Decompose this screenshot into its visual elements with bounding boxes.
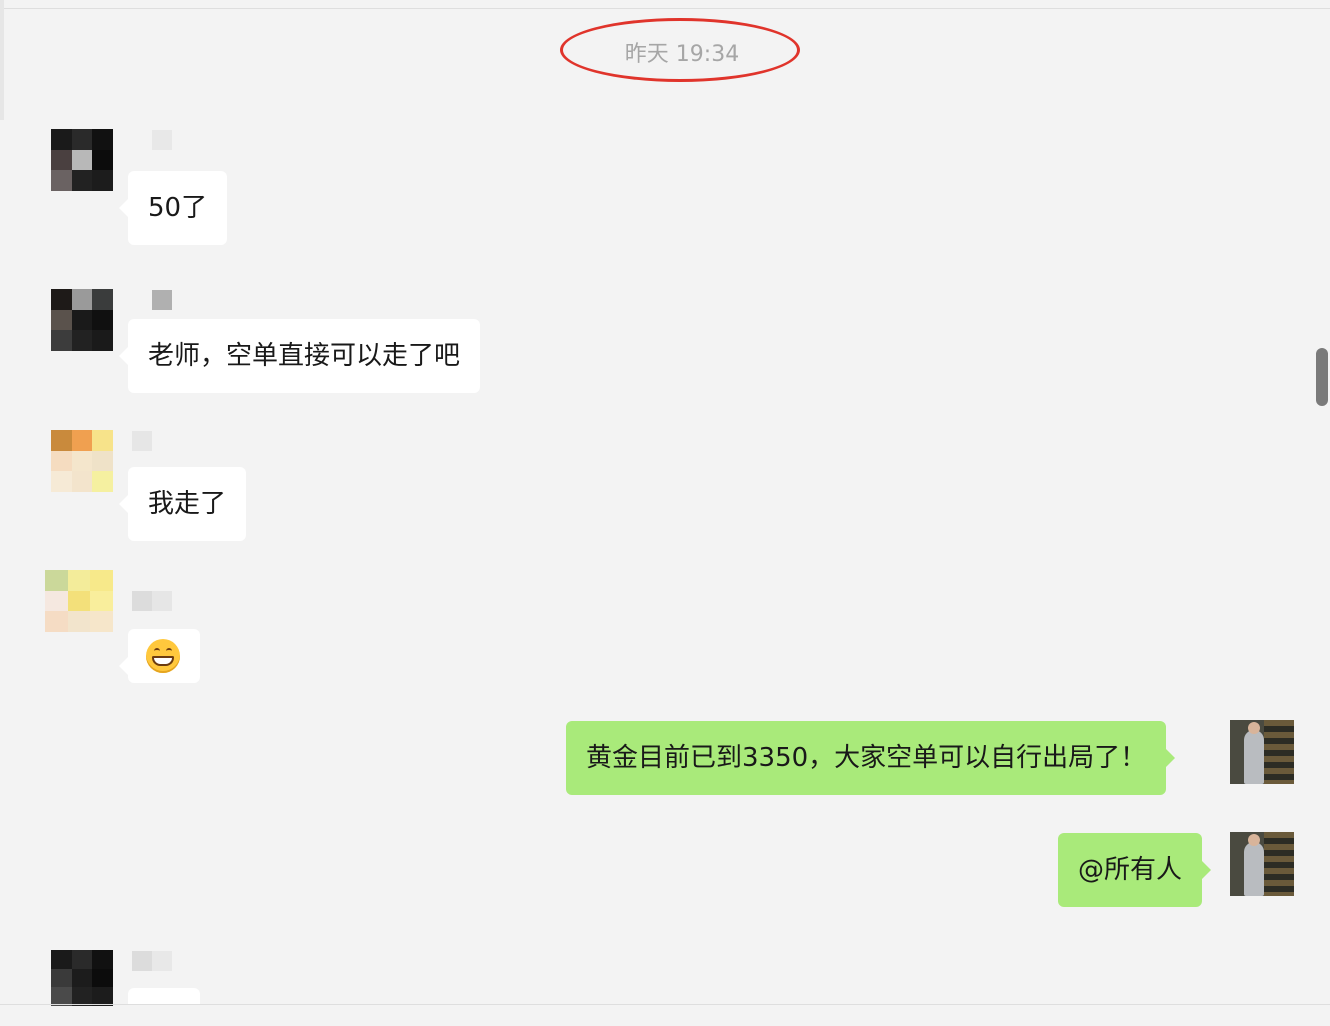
bottom-divider [0, 1004, 1330, 1005]
avatar[interactable] [45, 570, 113, 632]
top-divider [0, 8, 1330, 9]
message-text: 老师，空单直接可以走了吧 [148, 341, 461, 371]
message-bubble[interactable]: 我走了 [118, 467, 247, 541]
sender-name-blurred [152, 290, 172, 310]
message-text: 50了 [148, 193, 208, 223]
window-edge [0, 0, 4, 120]
message-text: @所有人 [1078, 855, 1183, 885]
scrollbar-thumb[interactable] [1316, 348, 1328, 406]
grinning-face-emoji-icon [146, 639, 180, 673]
sender-name-blurred [132, 951, 172, 971]
avatar[interactable] [51, 950, 113, 1006]
avatar[interactable] [51, 129, 113, 191]
message-text: 黄金目前已到3350，大家空单可以自行出局了！ [586, 743, 1147, 773]
message-bubble-partial[interactable] [128, 988, 200, 1004]
message-text: 我走了 [148, 489, 227, 519]
self-avatar[interactable] [1230, 832, 1294, 896]
message-bubble[interactable] [119, 629, 200, 683]
sender-name-blurred [132, 591, 172, 611]
message-bubble[interactable]: 50了 [118, 171, 228, 245]
message-bubble-outgoing[interactable]: 黄金目前已到3350，大家空单可以自行出局了！ [566, 721, 1176, 795]
message-bubble-outgoing[interactable]: @所有人 [1058, 833, 1212, 907]
message-timestamp: 昨天 19:34 [560, 18, 804, 86]
sender-name-blurred [152, 130, 172, 150]
sender-name-blurred [132, 431, 152, 451]
self-avatar[interactable] [1230, 720, 1294, 784]
avatar[interactable] [51, 430, 113, 492]
avatar[interactable] [51, 289, 113, 351]
red-annotation-oval [560, 18, 800, 82]
message-bubble[interactable]: 老师，空单直接可以走了吧 [118, 319, 481, 393]
